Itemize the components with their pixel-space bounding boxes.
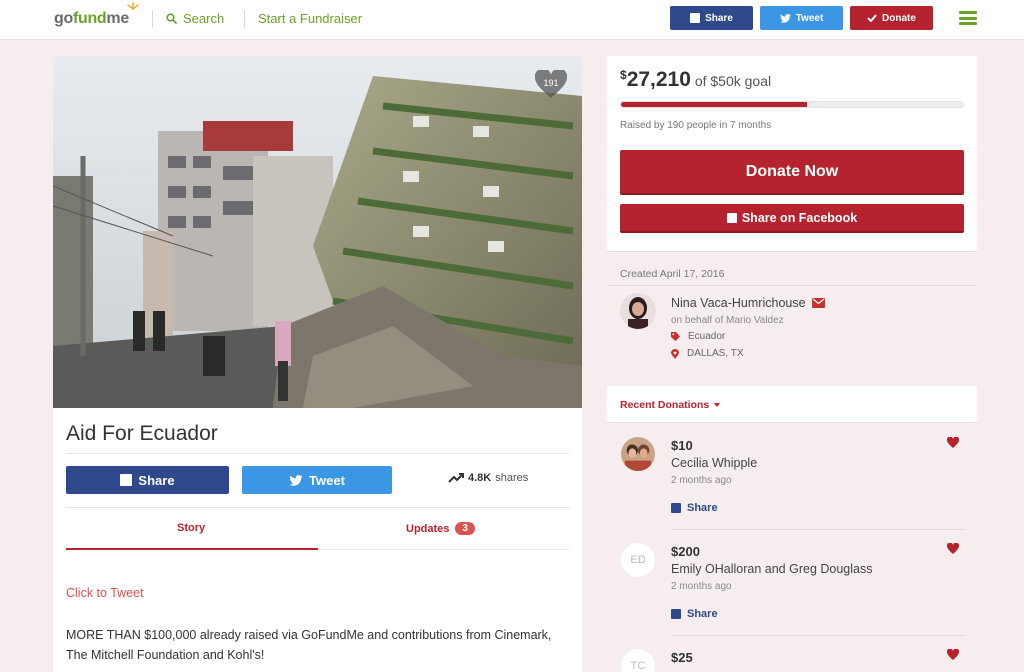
tweet-button[interactable]: Tweet (242, 466, 392, 494)
donation-time: 2 months ago (671, 475, 732, 486)
divider (607, 285, 977, 286)
gofundme-logo[interactable]: gofundme (54, 2, 139, 28)
checkmark-icon (867, 14, 877, 22)
search-label: Search (183, 11, 225, 26)
header-share-button[interactable]: Share (670, 6, 753, 30)
facebook-icon (671, 609, 681, 619)
share-on-facebook-button[interactable]: Share on Facebook (620, 204, 964, 233)
hearts-count: 191 (543, 78, 559, 88)
created-date: Created April 17, 2016 (620, 268, 725, 280)
nav-divider (244, 10, 245, 28)
header-tweet-button[interactable]: Tweet (760, 6, 843, 30)
donation-amount: $200 (671, 544, 700, 559)
progress-bar (620, 101, 964, 108)
campaign-card: 191 Aid For Ecuador Share Tweet 4.8K sha… (53, 56, 582, 672)
divider (66, 453, 570, 454)
active-tab-underline (66, 548, 318, 550)
on-behalf-of: on behalf of Mario Valdez (671, 315, 784, 326)
search-link[interactable]: Search (166, 11, 224, 26)
tab-updates[interactable]: Updates 3 (406, 522, 475, 535)
organizer-avatar[interactable] (620, 293, 656, 329)
divider (671, 529, 965, 530)
chevron-down-icon (714, 403, 721, 407)
updates-count-badge: 3 (455, 522, 475, 535)
donation-share-link[interactable]: Share (671, 502, 718, 514)
logo-sun-icon (127, 2, 139, 10)
hamburger-menu-icon[interactable] (959, 11, 977, 25)
category[interactable]: Ecuador (671, 331, 725, 342)
start-fundraiser-link[interactable]: Start a Fundraiser (258, 11, 362, 26)
raised-by-text: Raised by 190 people in 7 months (620, 120, 772, 131)
nav-divider (152, 10, 153, 28)
raised-amount: $27,210 of $50k goal (620, 68, 772, 91)
heart-icon[interactable] (947, 543, 959, 554)
avatar-image (621, 437, 655, 471)
twitter-icon (779, 13, 791, 23)
donation-summary-card: $27,210 of $50k goal Raised by 190 peopl… (607, 56, 977, 252)
heart-icon[interactable] (947, 649, 959, 660)
donation-time: 2 months ago (671, 581, 732, 592)
divider (318, 549, 570, 550)
recent-donations-header: Recent Donations (607, 386, 977, 423)
donation-share-link[interactable]: Share (671, 608, 718, 620)
facebook-icon (671, 503, 681, 513)
click-to-tweet-link[interactable]: Click to Tweet (66, 586, 144, 600)
location: DALLAS, TX (671, 348, 744, 359)
donor-avatar-initials: TC (620, 648, 656, 672)
donate-now-button[interactable]: Donate Now (620, 150, 964, 195)
favorite-heart-button[interactable]: 191 (534, 68, 568, 100)
facebook-icon (726, 212, 737, 223)
tab-story[interactable]: Story (177, 522, 205, 534)
tag-icon (671, 332, 680, 341)
heart-icon[interactable] (947, 437, 959, 448)
search-icon (166, 13, 177, 24)
envelope-icon[interactable] (811, 298, 825, 308)
campaign-title: Aid For Ecuador (66, 422, 218, 445)
share-facebook-button[interactable]: Share (66, 466, 229, 494)
progress-fill (621, 102, 808, 107)
twitter-icon (289, 474, 303, 486)
donor-avatar (620, 436, 656, 472)
organizer-section: Created April 17, 2016 Nina Vaca-Humrich… (607, 262, 977, 372)
donor-name: Cecilia Whipple (671, 456, 758, 470)
top-nav: gofundme Search Start a Fundraiser Share… (0, 0, 1024, 40)
divider (671, 635, 965, 636)
donation-amount: $25 (671, 650, 693, 665)
header-donate-button[interactable]: Donate (850, 6, 933, 30)
organizer-name[interactable]: Nina Vaca-Humrichouse (671, 296, 825, 310)
share-count: 4.8K shares (448, 472, 528, 484)
donation-amount: $10 (671, 438, 693, 453)
donor-name: Emily OHalloran and Greg Douglass (671, 562, 873, 576)
story-text: MORE THAN $100,000 already raised via Go… (66, 628, 552, 662)
avatar-image (620, 293, 656, 329)
recent-donations-dropdown[interactable]: Recent Donations (620, 399, 721, 411)
trending-up-icon (448, 473, 464, 483)
donor-avatar-initials: ED (620, 542, 656, 578)
facebook-icon (120, 474, 133, 486)
campaign-photo: 191 (53, 56, 582, 408)
map-pin-icon (671, 348, 679, 359)
facebook-icon (690, 13, 701, 23)
collapsed-building-image (53, 56, 582, 408)
divider (66, 507, 570, 508)
